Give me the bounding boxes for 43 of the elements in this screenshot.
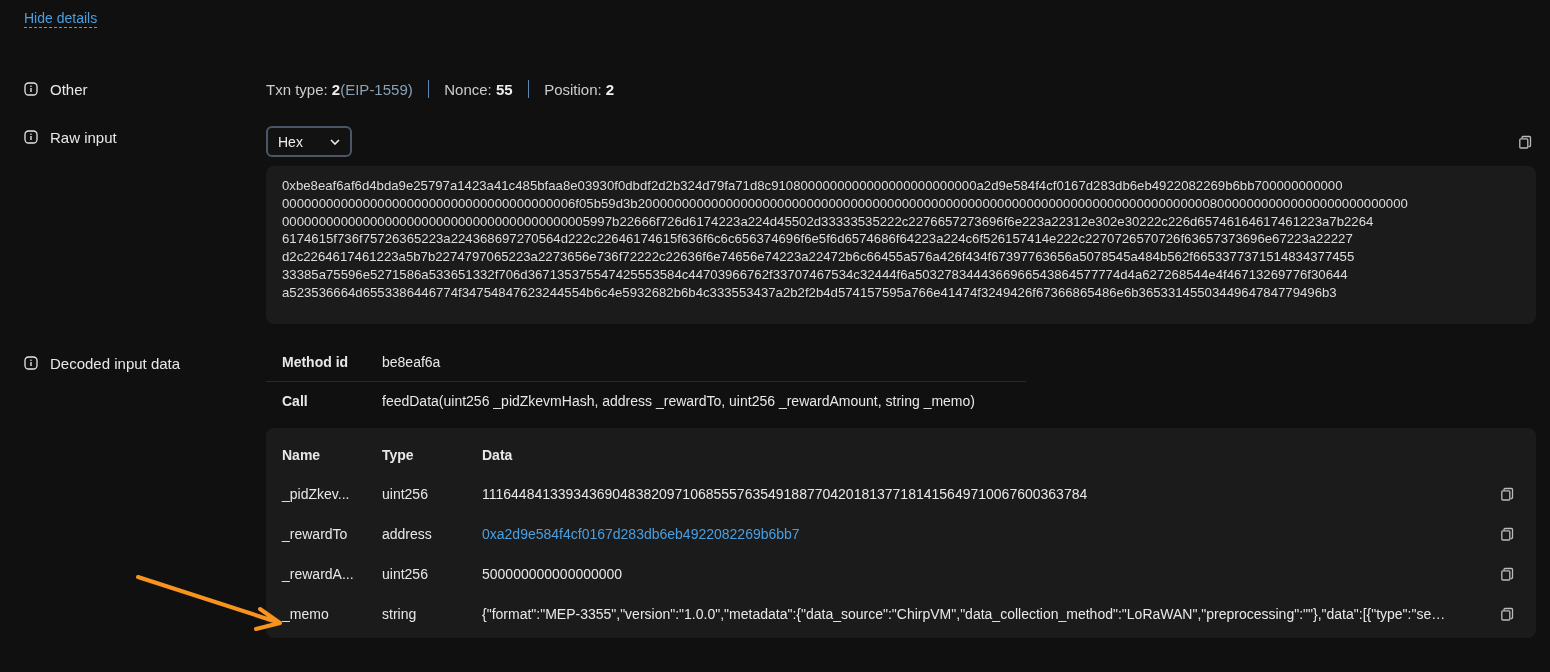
- hex-line: 6174615f736f75726365223a224368697270564d222c22646174615f636f6c6c656374696f6e5f6d6574686f64223a224c6f526157414e222c2270726570726f63657373696e67223a22227: [282, 230, 1353, 249]
- hex-line: 33385a75596e5271586a533651332f706d367135375547425553584c44703966762f33707467534c32444f6a5032783444366966543864577774d4a627268544e4f46713269776f30644: [282, 266, 1348, 284]
- detail-item: Position: 2: [544, 80, 615, 98]
- format-dropdown[interactable]: Hex: [266, 126, 352, 157]
- detail-item: Nonce: 55: [444, 80, 513, 98]
- field-label: Call: [281, 393, 309, 409]
- info-icon: [24, 356, 38, 370]
- param-name: _rewardA...: [282, 566, 355, 582]
- call-signature: feedData(uint256 _pidZkevmHash, address _rewardTo, uint256 _rewardAmount, string _memo): [382, 393, 975, 409]
- chevron-down-icon: [330, 138, 340, 145]
- param-name: _memo: [282, 606, 330, 622]
- hide-details-link[interactable]: Hide details: [24, 10, 98, 28]
- field-label: Method id: [281, 354, 350, 370]
- hex-line: 0000000000000000000000000000000000000006f05b59d3b200000000000000000000000000000000000000000000000000000000000000000000000000000800000000000000000000000000: [282, 194, 1408, 213]
- column-header: Type: [382, 447, 415, 463]
- info-icon: [24, 130, 38, 144]
- hex-line: 0xbe8eaf6af6d4bda9e25797a1423a41c485bfaa8e03930f0dbdf2d2b324d79fa71d8c9108000000000000000000000000a2d9e584f4cf0167d283db6eb4922082269b6bb700000000000: [282, 177, 1343, 195]
- copy-icon[interactable]: [1518, 134, 1532, 149]
- hex-line: 000000000000000000000000000000000000000005997b22666f726d6174223a224d45502d33333535222c2276657273696f6e223a22312e302e30222c226d65746164617461223a7b2264: [282, 212, 1374, 231]
- copy-icon[interactable]: [1500, 527, 1514, 541]
- param-type: string: [382, 606, 418, 622]
- param-name: _pidZkev...: [282, 486, 351, 502]
- param-name: _rewardTo: [282, 526, 349, 542]
- param-type: uint256: [382, 566, 429, 582]
- param-data: {"format":"MEP-3355","version":"1.0.0","metadata":{"data_source":"ChirpVM","data_collection_method":"LoRaWAN","preprocessing":""},"data":[{"type":"se…: [482, 606, 1447, 622]
- section-label: Raw input: [50, 128, 117, 146]
- param-type: uint256: [382, 486, 429, 502]
- column-header: Data: [482, 447, 514, 463]
- param-data: 500000000000000000: [482, 566, 624, 582]
- detail-item: Txn type: 2(EIP-1559): [266, 80, 413, 98]
- column-header: Name: [282, 447, 322, 463]
- copy-icon[interactable]: [1500, 487, 1514, 501]
- address-link[interactable]: 0xa2d9e584f4cf0167d283db6eb4922082269b6bb7: [482, 526, 808, 542]
- param-type: address: [382, 526, 433, 542]
- copy-icon[interactable]: [1500, 607, 1514, 621]
- section-label: Other: [50, 80, 88, 98]
- copy-icon[interactable]: [1500, 567, 1514, 581]
- section-label: Decoded input data: [50, 354, 181, 372]
- method-id-value: be8eaf6a: [382, 354, 441, 370]
- hex-line: d2c2264617461223a5b7b2274797065223a2273656e736f72222c22636f6e74656e74223a22472b6c66455a576a426f434f67397763656a5078545a484b562f6653377371514834377455: [282, 248, 1355, 266]
- info-icon: [24, 82, 38, 96]
- hex-line: a523536664d6553386446774f34754847623244554b6c4e5932682b6b4c333553437a2b2f2b4d574157595a766e41474f3249426f67366865486e6b3653314550344964784779496b3: [282, 283, 1337, 302]
- param-data: 111644841339343690483820971068555763549188770420181377181415649710067600363784: [482, 486, 1089, 502]
